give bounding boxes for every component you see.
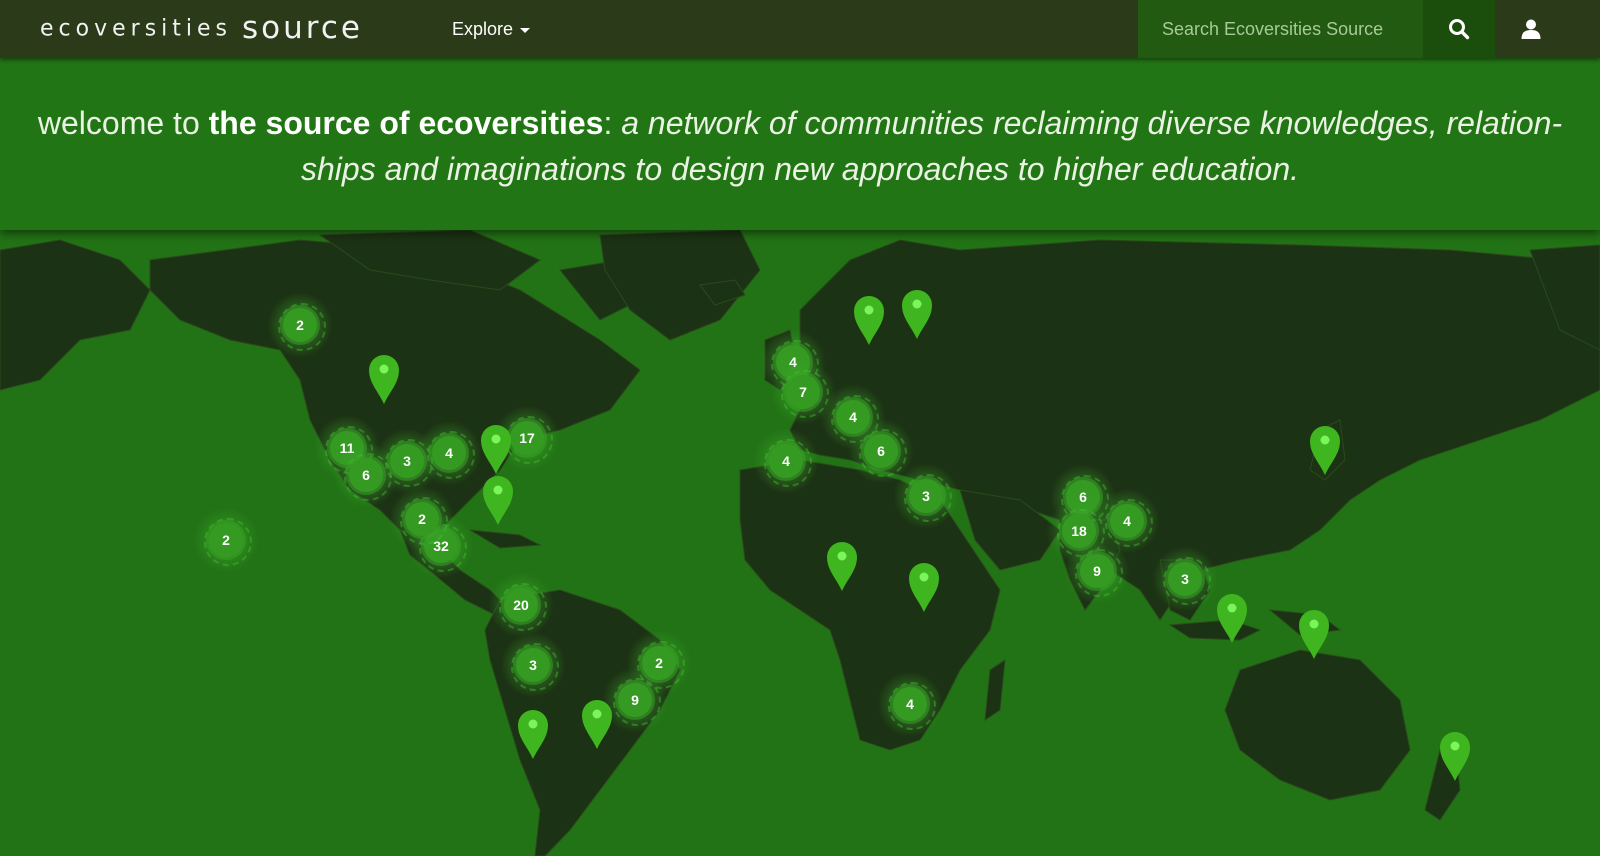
marker-cluster[interactable]: 9 xyxy=(1064,538,1130,604)
caret-down-icon xyxy=(520,27,531,33)
cluster-count: 4 xyxy=(893,687,927,721)
marker-cluster[interactable]: 4 xyxy=(416,420,482,486)
cluster-count: 3 xyxy=(1168,562,1202,596)
welcome-prefix: welcome to xyxy=(37,105,209,141)
marker-cluster[interactable]: 2 xyxy=(389,486,455,552)
logo-text-source: source xyxy=(242,10,363,46)
cluster-count: 3 xyxy=(909,479,943,513)
cluster-count: 3 xyxy=(516,648,550,682)
explore-menu[interactable]: Explore xyxy=(452,0,531,58)
location-pin-icon[interactable] xyxy=(479,423,513,475)
cluster-count: 9 xyxy=(1080,554,1114,588)
welcome-highlight: the source of ecoversities xyxy=(208,105,604,141)
location-pin-icon[interactable] xyxy=(367,353,401,405)
cluster-count: 2 xyxy=(405,502,439,536)
location-pin-icon[interactable] xyxy=(1297,608,1331,660)
welcome-text: welcome to the source of ecoversities: a… xyxy=(30,100,1570,192)
welcome-colon: : xyxy=(603,105,622,141)
cluster-count: 4 xyxy=(1110,504,1144,538)
cluster-count: 9 xyxy=(618,683,652,717)
logo-text-ecoversities: ecoversities xyxy=(40,14,232,42)
site-logo[interactable]: ecoversities source xyxy=(40,6,363,50)
welcome-banner: welcome to the source of ecoversities: a… xyxy=(0,58,1600,230)
location-pin-icon[interactable] xyxy=(516,708,550,760)
marker-cluster[interactable]: 2 xyxy=(267,292,333,358)
location-pin-icon[interactable] xyxy=(580,698,614,750)
explore-label: Explore xyxy=(452,18,514,39)
marker-cluster[interactable]: 3 xyxy=(893,463,959,529)
location-pin-icon[interactable] xyxy=(825,540,859,592)
cluster-count: 4 xyxy=(432,436,466,470)
marker-cluster[interactable]: 4 xyxy=(877,671,943,737)
marker-cluster[interactable]: 3 xyxy=(500,632,566,698)
search-button[interactable] xyxy=(1423,0,1495,58)
world-map[interactable]: 2 11 6 3 4 17 2 32 2 20 3 2 9 4 7 4 4 6 … xyxy=(0,230,1600,856)
location-pin-icon[interactable] xyxy=(1215,592,1249,644)
cluster-count: 20 xyxy=(504,588,538,622)
cluster-count: 7 xyxy=(786,375,820,409)
search-input[interactable] xyxy=(1138,0,1423,58)
location-pin-icon[interactable] xyxy=(1438,730,1472,782)
search-box xyxy=(1138,0,1423,58)
top-navbar: ecoversities source Explore xyxy=(0,0,1600,58)
marker-cluster[interactable]: 4 xyxy=(753,428,819,494)
marker-cluster[interactable]: 20 xyxy=(488,572,554,638)
user-icon xyxy=(1521,19,1541,39)
marker-cluster[interactable]: 3 xyxy=(1152,546,1218,612)
location-pin-icon[interactable] xyxy=(1308,424,1342,476)
cluster-count: 2 xyxy=(209,523,243,557)
location-pin-icon[interactable] xyxy=(900,288,934,340)
user-account-button[interactable] xyxy=(1495,0,1567,58)
location-pin-icon[interactable] xyxy=(481,474,515,526)
marker-cluster[interactable]: 2 xyxy=(193,507,259,573)
location-pin-icon[interactable] xyxy=(852,294,886,346)
cluster-count: 4 xyxy=(769,444,803,478)
cluster-count: 2 xyxy=(283,308,317,342)
cluster-count: 17 xyxy=(510,421,544,455)
search-icon xyxy=(1449,19,1470,40)
cluster-count: 6 xyxy=(864,434,898,468)
location-pin-icon[interactable] xyxy=(907,561,941,613)
